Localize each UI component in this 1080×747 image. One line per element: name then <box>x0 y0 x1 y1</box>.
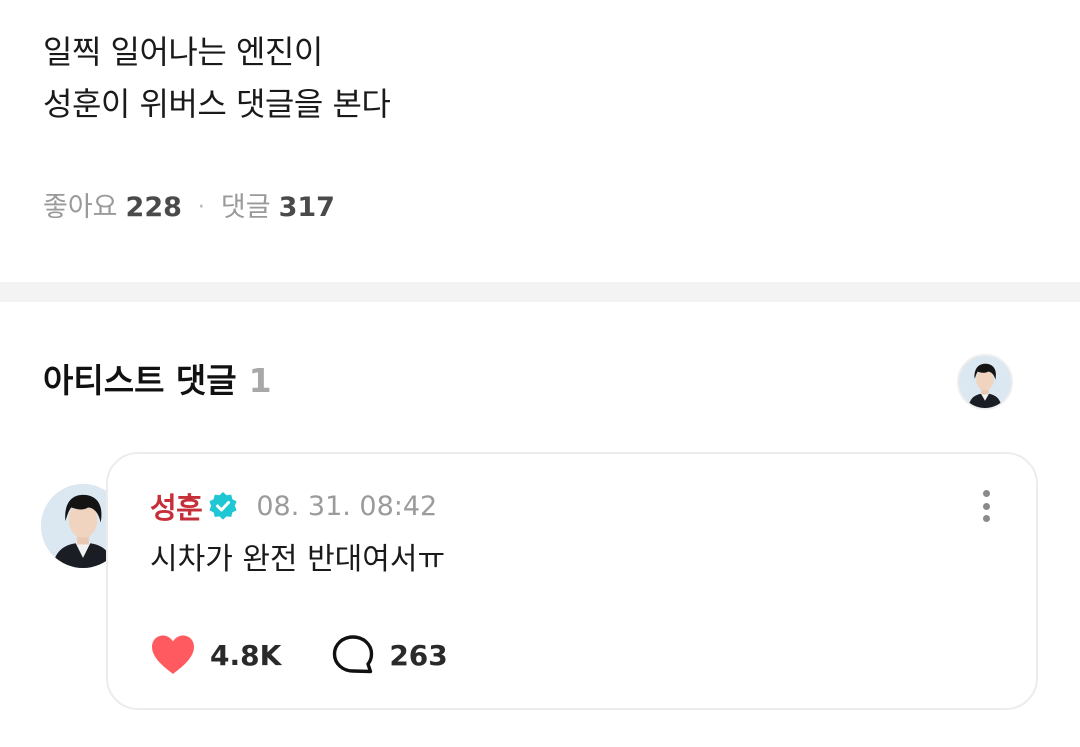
verified-badge-icon <box>209 492 237 520</box>
more-options-icon[interactable] <box>972 484 1000 528</box>
like-count: 4.8K <box>210 638 282 672</box>
comment-timestamp: 08. 31. 08:42 <box>256 490 438 522</box>
artist-avatar-small[interactable] <box>957 354 1013 410</box>
post-line-1: 일찍 일어나는 엔진이 <box>43 33 323 71</box>
section-divider <box>0 282 1080 302</box>
stats-separator: · <box>197 195 205 220</box>
reply-count: 263 <box>389 638 448 672</box>
heart-icon <box>152 635 194 674</box>
reply-button[interactable]: 263 <box>331 634 448 676</box>
artist-comments-header: 아티스트 댓글 1 <box>43 358 272 404</box>
artist-comments-title: 아티스트 댓글 <box>43 361 237 400</box>
reply-bubble-icon <box>333 635 374 674</box>
comment-actions: 4.8K 263 <box>150 630 448 680</box>
comment-text: 시차가 완전 반대여서ㅠ <box>150 542 446 577</box>
comments-count[interactable]: 317 <box>279 188 335 228</box>
artist-comment-card: 성훈 08. 31. 08:42 시차가 완전 반대여서ㅠ 4.8K 263 <box>106 452 1038 710</box>
comments-label[interactable]: 댓글 <box>221 188 271 228</box>
artist-comments-count: 1 <box>248 361 272 400</box>
like-button[interactable]: 4.8K <box>150 634 281 676</box>
post-body: 일찍 일어나는 엔진이 성훈이 위버스 댓글을 본다 <box>43 26 1043 130</box>
avatar-portrait-icon <box>959 356 1011 408</box>
likes-label[interactable]: 좋아요 <box>43 188 118 228</box>
comment-header: 성훈 08. 31. 08:42 <box>150 486 437 526</box>
post-line-2: 성훈이 위버스 댓글을 본다 <box>43 85 391 123</box>
likes-count[interactable]: 228 <box>126 188 182 228</box>
comment-author[interactable]: 성훈 <box>150 485 203 527</box>
post-stats: 좋아요 228 · 댓글 317 <box>43 188 335 228</box>
